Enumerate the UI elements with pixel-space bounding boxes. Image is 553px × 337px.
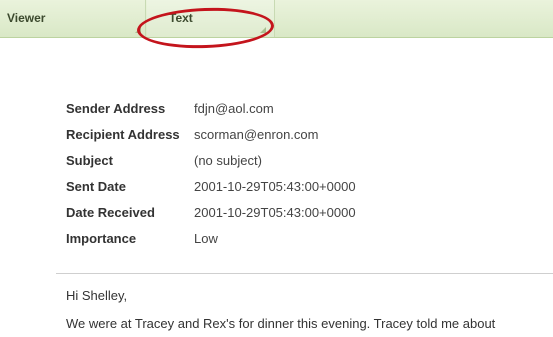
meta-value: scorman@enron.com [194,127,319,142]
column-resize-grip-icon[interactable] [135,27,141,33]
meta-label: Recipient Address [66,127,180,142]
meta-value: 2001-10-29T05:43:00+0000 [194,179,356,194]
email-viewer-window: Viewer Text Sender Address fdjn@aol.com … [0,0,553,337]
meta-value: 2001-10-29T05:43:00+0000 [194,205,356,220]
meta-value: fdjn@aol.com [194,101,274,116]
tab-bar: Viewer Text [0,0,553,38]
tab-viewer[interactable]: Viewer [0,0,146,37]
column-resize-grip-icon[interactable] [260,27,266,33]
tab-text-label: Text [169,11,193,25]
meta-label: Date Received [66,205,155,220]
email-body-text: We were at Tracey and Rex's for dinner t… [66,316,496,331]
meta-label: Sender Address [66,101,166,116]
email-body-greeting: Hi Shelley, [66,288,128,303]
meta-value: (no subject) [194,153,262,168]
meta-value: Low [194,231,218,246]
tab-text[interactable]: Text [147,0,275,37]
meta-label: Importance [66,231,137,246]
meta-label: Subject [66,153,113,168]
tab-viewer-label: Viewer [7,11,46,25]
meta-label: Sent Date [66,179,126,194]
divider [56,273,553,274]
